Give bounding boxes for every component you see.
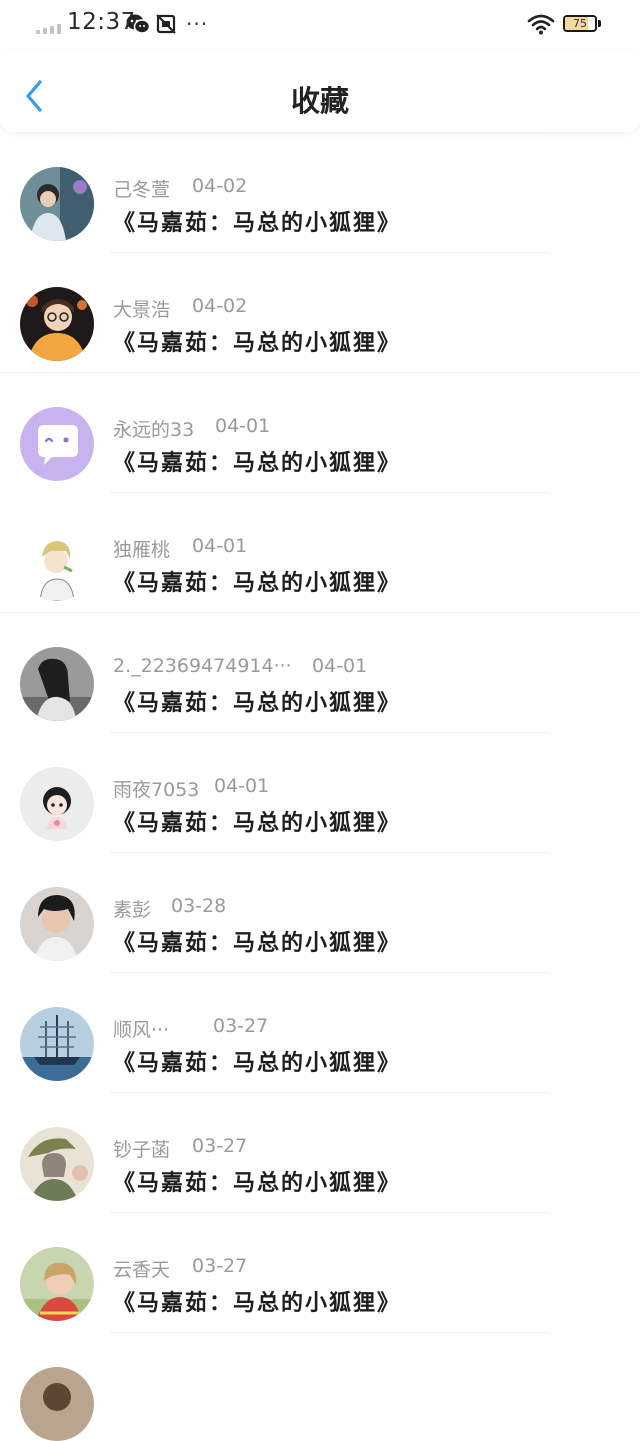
battery-icon: 75 [563,15,597,32]
article-title: 《马嘉茹：马总的小狐狸》 [113,331,402,356]
avatar [20,1367,94,1441]
avatar [20,527,94,601]
date: 03-28 [171,895,227,917]
navigation-header: 收藏 [0,50,640,132]
date: 03-27 [192,1255,248,1277]
article-title: 《马嘉茹：马总的小狐狸》 [113,571,402,596]
avatar [20,287,94,361]
list-item[interactable]: 雨夜7053 04-01 《马嘉茹：马总的小狐狸》 [0,732,640,852]
article-title: 《马嘉茹：马总的小狐狸》 [113,1171,402,1196]
date: 03-27 [213,1015,269,1037]
user-name: 永远的33 [113,419,195,441]
more-status-dots: ··· [186,12,209,36]
article-title: 《马嘉茹：马总的小狐狸》 [113,1051,402,1076]
avatar [20,647,94,721]
list-item[interactable]: 大景浩 04-02 《马嘉茹：马总的小狐狸》 [0,252,640,372]
date: 04-01 [192,535,248,557]
user-name: 大景浩 [113,299,171,321]
list-item[interactable]: 顺风··· 03-27 《马嘉茹：马总的小狐狸》 [0,972,640,1092]
date: 04-02 [192,295,248,317]
avatar [20,767,94,841]
date: 04-01 [215,415,271,437]
list-item[interactable]: 永远的33 04-01 《马嘉茹：马总的小狐狸》 [0,372,640,492]
date: 03-27 [192,1135,248,1157]
list-item[interactable]: 独雁桃 04-01 《马嘉茹：马总的小狐狸》 [0,492,640,612]
avatar [20,1127,94,1201]
article-title: 《马嘉茹：马总的小狐狸》 [113,1291,402,1316]
article-title: 《马嘉茹：马总的小狐狸》 [113,811,402,836]
avatar [20,167,94,241]
user-name: 顺风··· [113,1019,170,1041]
user-name: 独雁桃 [113,539,171,561]
list-item[interactable]: 云香天 03-27 《马嘉茹：马总的小狐狸》 [0,1212,640,1332]
user-name: 钞子菡 [113,1139,171,1161]
article-title: 《马嘉茹：马总的小狐狸》 [113,211,402,236]
battery-level: 75 [573,17,587,30]
date: 04-01 [312,655,368,677]
list-item[interactable]: 己冬萱 04-02 《马嘉茹：马总的小狐狸》 [0,132,640,252]
avatar [20,887,94,961]
list-item[interactable]: 素彭 03-28 《马嘉茹：马总的小狐狸》 [0,852,640,972]
status-bar: 12:37 ··· 75 [0,0,640,50]
article-title: 《马嘉茹：马总的小狐狸》 [113,931,402,956]
list-item[interactable]: 2._22369474914··· 04-01 《马嘉茹：马总的小狐狸》 [0,612,640,732]
user-name: 云香天 [113,1259,171,1281]
no-disturb-icon [156,14,176,34]
list-item[interactable]: 钞子菡 03-27 《马嘉茹：马总的小狐狸》 [0,1092,640,1212]
article-title: 《马嘉茹：马总的小狐狸》 [113,691,402,716]
signal-icon [36,24,62,34]
user-name: 素彭 [113,899,152,921]
list-item[interactable] [0,1332,640,1441]
avatar [20,1247,94,1321]
article-title: 《马嘉茹：马总的小狐狸》 [113,451,402,476]
avatar [20,407,94,481]
date: 04-02 [192,175,248,197]
date: 04-01 [214,775,270,797]
page-title: 收藏 [290,84,349,118]
user-name: 雨夜7053 [113,779,200,801]
favorites-list: 己冬萱 04-02 《马嘉茹：马总的小狐狸》 大景浩 04-02 《马嘉茹：马总… [0,132,640,1441]
wifi-icon [527,14,555,35]
avatar [20,1007,94,1081]
user-name: 2._22369474914··· [113,655,292,677]
user-name: 己冬萱 [113,179,171,201]
wechat-icon [126,14,150,34]
